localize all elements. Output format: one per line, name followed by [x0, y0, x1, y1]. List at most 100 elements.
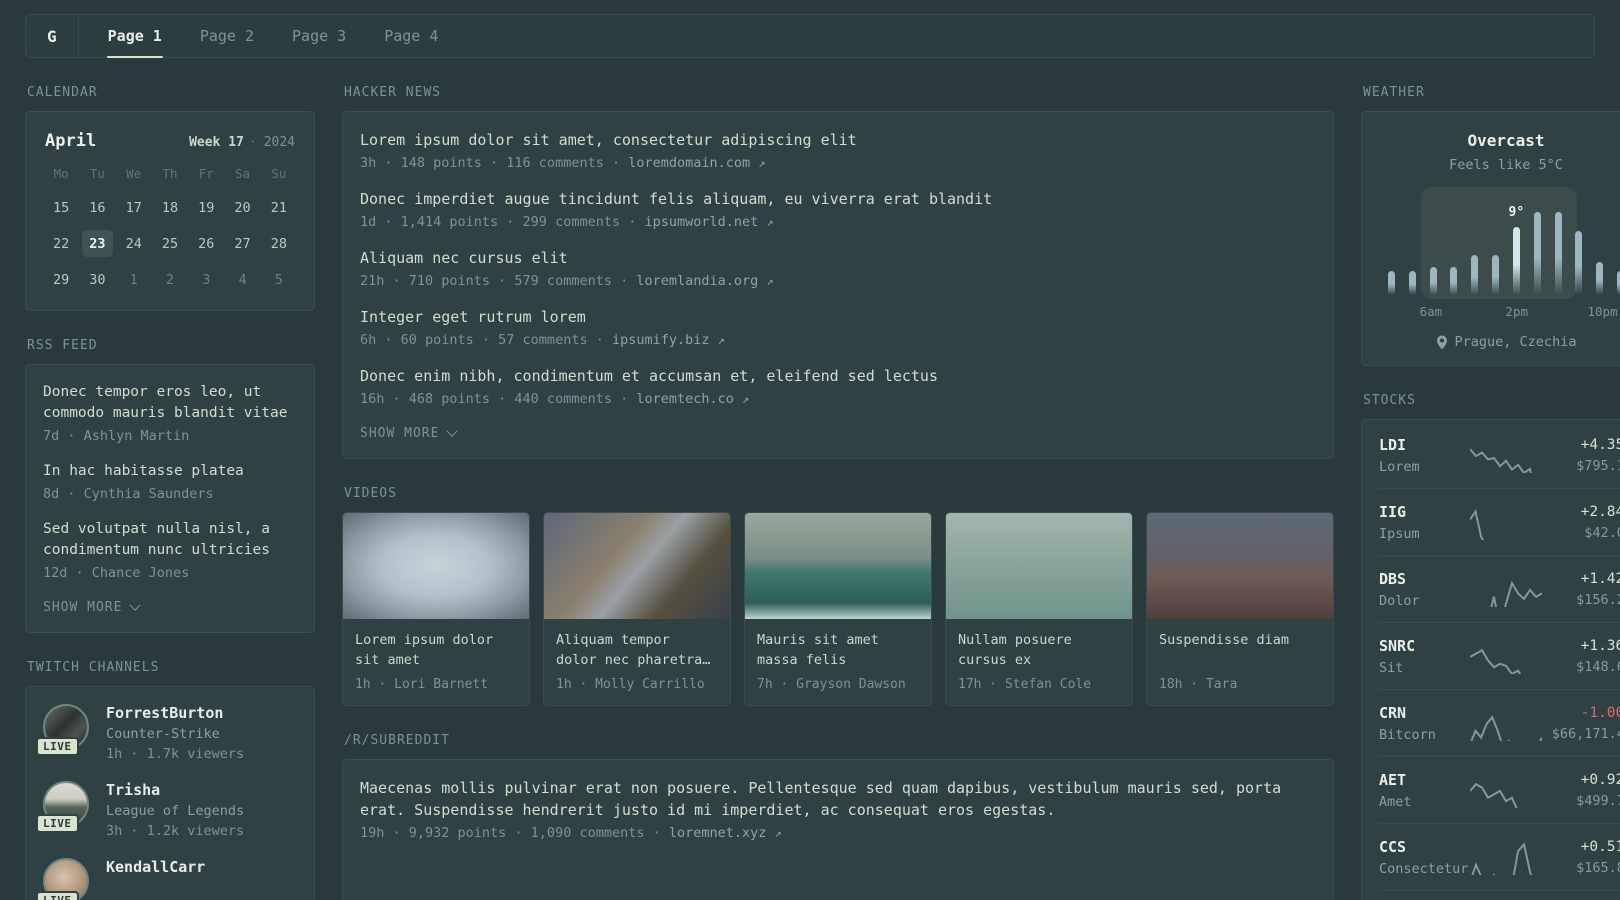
hackernews-item-title[interactable]: Aliquam nec cursus elit: [360, 247, 1316, 269]
rss-item-meta: 8d · Cynthia Saunders: [43, 486, 297, 502]
calendar-day: 30: [89, 271, 106, 288]
stock-row[interactable]: IIG Ipsum +2.84% $42.04: [1379, 488, 1620, 555]
hackernews-card: Lorem ipsum dolor sit amet, consectetur …: [342, 111, 1334, 459]
current-temp-label: 9°: [1508, 204, 1525, 220]
twitch-avatar-wrap: LIVE: [36, 704, 89, 756]
stock-row[interactable]: AHS+0.46%: [1379, 890, 1620, 900]
hackernews-show-more-label: SHOW MORE: [360, 426, 440, 441]
hackernews-item-title[interactable]: Donec enim nibh, condimentum et accumsan…: [360, 365, 1316, 387]
top-navigation: G Page 1 Page 2 Page 3 Page 4: [25, 14, 1595, 58]
hackernews-item-meta: 3h · 148 points · 116 comments · loremdo…: [360, 155, 1316, 171]
stock-ticker: CRN: [1379, 704, 1407, 722]
calendar-year: 2024: [244, 135, 295, 150]
stock-ticker: SNRC: [1379, 637, 1416, 655]
tab-page-4[interactable]: Page 4: [372, 15, 450, 57]
weather-bar-fill: [1575, 230, 1583, 295]
stock-change: +0.92%: [1580, 772, 1620, 788]
logo[interactable]: G: [26, 15, 79, 57]
middle-column: HACKER NEWS Lorem ipsum dolor sit amet, …: [342, 85, 1334, 900]
hackernews-item-link[interactable]: loremdomain.com ↗: [628, 155, 765, 171]
twitch-channel-game: Counter-Strike: [106, 726, 220, 742]
external-link-icon: ↗: [742, 392, 750, 406]
rss-item-title[interactable]: Donec tempor eros leo, ut commodo mauris…: [43, 382, 297, 424]
rss-item: Donec tempor eros leo, ut commodo mauris…: [43, 382, 297, 444]
videos-section-label: VIDEOS: [344, 486, 397, 501]
calendar-section-label: CALENDAR: [27, 85, 98, 100]
stock-sparkline: [1470, 774, 1542, 808]
twitch-channel-row[interactable]: LIVE ForrestBurton Counter-Strike 1h · 1.7k…: [36, 704, 297, 762]
stock-info: CCS Consectetur: [1379, 838, 1468, 877]
hackernews-item-link[interactable]: loremtech.co ↗: [636, 391, 749, 407]
rss-item: In hac habitasse platea 8d · Cynthia Saun…: [43, 461, 297, 502]
stock-row[interactable]: CRN Bitcorn -1.00% $66,171.48: [1379, 689, 1620, 756]
hackernews-item-meta-text: 1d · 1,414 points · 299 comments ·: [360, 214, 645, 230]
tab-page-1[interactable]: Page 1: [96, 15, 174, 58]
rss-card: Donec tempor eros leo, ut commodo mauris…: [25, 364, 315, 633]
twitch-channel-name: KendallCarr: [106, 858, 206, 876]
stock-info: LDI Lorem: [1379, 436, 1464, 475]
weather-location-label: Prague, Czechia: [1454, 334, 1577, 350]
subreddit-item-link[interactable]: loremnet.xyz ↗: [669, 825, 782, 841]
rss-item-title[interactable]: Sed volutpat nulla nisl, a condimentum n…: [43, 519, 297, 561]
hackernews-item-link[interactable]: ipsumify.biz ↗: [612, 332, 725, 348]
hackernews-item-link[interactable]: ipsumworld.net ↗: [644, 214, 773, 230]
rss-section-label: RSS FEED: [27, 338, 98, 353]
stock-change: +1.36%: [1580, 638, 1620, 654]
video-thumbnail: [745, 513, 931, 619]
video-meta: 18h · Tara: [1159, 677, 1238, 692]
live-badge: LIVE: [36, 891, 79, 900]
twitch-card: LIVE ForrestBurton Counter-Strike 1h · 1.7k…: [25, 686, 315, 900]
hackernews-item-meta: 16h · 468 points · 440 comments · loremt…: [360, 391, 1316, 407]
subreddit-item-meta-text: 19h · 9,932 points · 1,090 comments ·: [360, 825, 669, 841]
stock-sparkline: [1470, 506, 1542, 540]
stock-row[interactable]: CCS Consectetur +0.51% $165.84: [1379, 823, 1620, 890]
hackernews-item-meta: 6h · 60 points · 57 comments · ipsumify.…: [360, 332, 1316, 348]
stock-row[interactable]: SNRC Sit +1.36% $148.64: [1379, 622, 1620, 689]
stock-sparkline: [1470, 841, 1542, 875]
weather-bar: [1492, 203, 1500, 295]
video-card[interactable]: Aliquam tempor dolor nec pharetra… 1h · M…: [543, 512, 731, 706]
stock-sparkline: [1470, 573, 1542, 607]
weather-card: Overcast Feels like 5°C 9° 6am 2pm 10pm Pr…: [1361, 111, 1620, 366]
video-thumbnail: [544, 513, 730, 619]
weather-bar-fill: [1388, 271, 1395, 295]
stock-row[interactable]: LDI Lorem +4.35% $795.18: [1379, 422, 1620, 488]
calendar-day: 2: [165, 271, 175, 288]
stock-ticker: DBS: [1379, 570, 1407, 588]
calendar-day: 29: [53, 271, 70, 288]
twitch-channel-row[interactable]: LIVE Trisha League of Legends 3h · 1.2k vie…: [36, 781, 297, 839]
weather-bar: [1596, 203, 1604, 295]
rss-show-more-button[interactable]: SHOW MORE: [43, 599, 297, 615]
calendar-weekday: Mo: [53, 166, 69, 181]
hackernews-show-more-button[interactable]: SHOW MORE: [360, 425, 1316, 441]
subreddit-list: Maecenas mollis pulvinar erat non posuer…: [360, 777, 1316, 841]
weather-section-label: WEATHER: [1363, 85, 1425, 100]
stock-values: +4.35% $795.18: [1548, 437, 1620, 474]
tab-page-2[interactable]: Page 2: [188, 15, 266, 57]
hackernews-item-title[interactable]: Donec imperdiet augue tincidunt felis al…: [360, 188, 1316, 210]
external-link-icon: ↗: [717, 333, 725, 347]
hackernews-item-meta: 21h · 710 points · 579 comments · loreml…: [360, 273, 1316, 289]
stock-row[interactable]: DBS Dolor +1.42% $156.28: [1379, 555, 1620, 622]
video-title: Suspendisse diam: [1159, 632, 1290, 648]
hackernews-item-title[interactable]: Integer eget rutrum lorem: [360, 306, 1316, 328]
video-card[interactable]: Mauris sit amet massa felis 7h · Grayson …: [744, 512, 932, 706]
twitch-channel-row[interactable]: LIVE KendallCarr: [36, 858, 297, 900]
stocks-card: LDI Lorem +4.35% $795.18 IIG Ipsum +2.84% $42.0…: [1361, 419, 1620, 900]
weather-bar-fill: [1408, 271, 1416, 295]
calendar-weekday: Su: [271, 166, 287, 181]
video-card[interactable]: Lorem ipsum dolor sit amet consectetu… 1h…: [342, 512, 530, 706]
weather-location[interactable]: Prague, Czechia: [1378, 334, 1620, 350]
videos-row: Lorem ipsum dolor sit amet consectetu… 1h…: [342, 512, 1334, 706]
video-card[interactable]: Suspendisse diam 18h · Tara: [1146, 512, 1334, 706]
calendar-day: 15: [53, 199, 70, 216]
calendar-day: 3: [202, 271, 211, 288]
calendar-weekdays: Mo Tu We Th Fr Sa Su: [43, 166, 297, 184]
stock-row[interactable]: AET Amet +0.92% $499.72: [1379, 756, 1620, 823]
hackernews-item-link[interactable]: loremlandia.org ↗: [636, 273, 773, 289]
tab-page-3[interactable]: Page 3: [280, 15, 358, 57]
video-card[interactable]: Nullam posuere cursus ex 17h · Stefan Col…: [945, 512, 1133, 706]
hackernews-item-title[interactable]: Lorem ipsum dolor sit amet, consectetur …: [360, 129, 1316, 151]
rss-item-title[interactable]: In hac habitasse platea: [43, 461, 297, 482]
subreddit-item-title[interactable]: Maecenas mollis pulvinar erat non posuer…: [360, 777, 1316, 821]
